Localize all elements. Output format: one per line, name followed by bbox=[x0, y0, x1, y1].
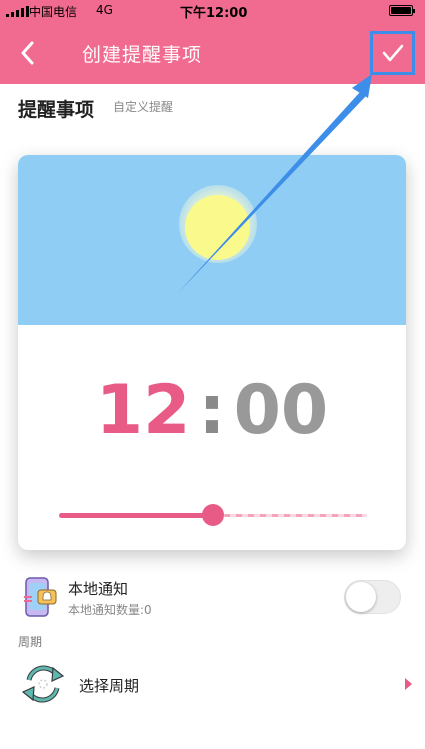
cycle-icon bbox=[21, 665, 65, 703]
network-type: 4G bbox=[96, 3, 113, 17]
time-slider[interactable] bbox=[59, 503, 367, 527]
nav-bar: 创建提醒事项 bbox=[0, 22, 425, 84]
time-display[interactable]: 12:00 bbox=[18, 373, 406, 449]
period-section-label: 周期 bbox=[18, 635, 43, 649]
slider-track-remaining bbox=[224, 514, 367, 517]
time-card: 12:00 bbox=[18, 155, 406, 550]
slider-thumb[interactable] bbox=[202, 504, 224, 526]
status-bar: 中国电信 4G 下午12:00 bbox=[0, 0, 425, 22]
signal-icon bbox=[6, 6, 29, 17]
select-period-label[interactable]: 选择周期 bbox=[79, 675, 139, 696]
check-icon bbox=[382, 44, 403, 62]
chevron-right-icon[interactable] bbox=[405, 678, 412, 690]
back-button[interactable] bbox=[14, 38, 44, 68]
section-title: 提醒事项 bbox=[18, 99, 95, 121]
phone-notification-icon bbox=[24, 577, 57, 617]
battery-icon bbox=[389, 5, 415, 16]
time-separator: : bbox=[198, 371, 226, 450]
section-subtitle: 自定义提醒 bbox=[113, 100, 174, 114]
hour-value[interactable]: 12 bbox=[96, 371, 191, 450]
notification-count: 本地通知数量:0 bbox=[68, 603, 152, 617]
sky-illustration bbox=[18, 155, 406, 325]
confirm-button[interactable] bbox=[370, 31, 415, 75]
sun-icon bbox=[185, 195, 250, 260]
carrier-name: 中国电信 bbox=[29, 5, 78, 19]
toggle-knob bbox=[346, 582, 376, 612]
slider-track-filled bbox=[59, 513, 213, 518]
page-title: 创建提醒事项 bbox=[82, 44, 203, 66]
notification-title: 本地通知 bbox=[68, 580, 129, 598]
minute-value[interactable]: 00 bbox=[234, 371, 329, 450]
notification-toggle[interactable] bbox=[344, 580, 401, 614]
status-time: 下午12:00 bbox=[180, 6, 248, 21]
chevron-left-icon bbox=[21, 41, 34, 65]
